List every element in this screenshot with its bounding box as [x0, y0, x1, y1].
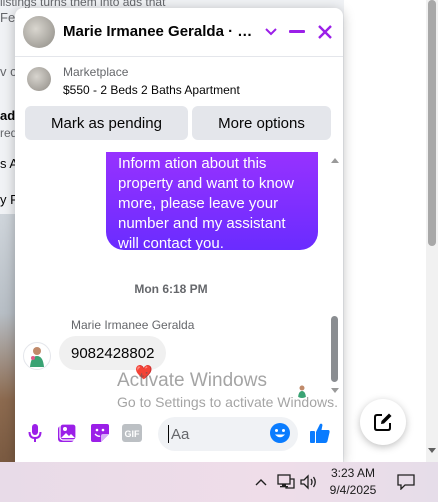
marketplace-label: Marketplace [63, 65, 129, 79]
message-scrollbar-thumb[interactable] [331, 316, 338, 382]
volume-icon[interactable] [300, 474, 318, 490]
message-line: more, please leave your [118, 195, 279, 212]
message-line: number and my assistant [118, 215, 286, 232]
background-right-panel [344, 0, 438, 462]
message-line: Inform ation about this [118, 155, 267, 172]
chevron-down-icon[interactable] [259, 20, 283, 44]
background-listing-photo [0, 214, 16, 462]
mark-as-pending-button[interactable]: Mark as pending [25, 106, 188, 140]
message-composer: GIF Aa [15, 410, 343, 458]
message-input-placeholder: Aa [171, 425, 190, 443]
gif-icon[interactable]: GIF [121, 422, 143, 444]
marketplace-listing-bar[interactable]: Marketplace $550 - 2 Beds 2 Baths Apartm… [15, 57, 343, 107]
page-scrollbar-thumb[interactable] [428, 0, 436, 246]
network-icon[interactable] [277, 474, 295, 490]
photo-icon[interactable] [56, 422, 78, 444]
notifications-icon[interactable] [396, 474, 416, 490]
chat-header: Marie Irmanee Geralda · 2 ... [15, 8, 343, 57]
compose-icon [374, 413, 392, 431]
text-caret [168, 425, 169, 443]
page-scroll-down-arrow[interactable] [428, 448, 436, 453]
outgoing-message-bubble[interactable]: Inform ation about this property and wan… [106, 152, 318, 252]
emoji-icon[interactable] [269, 422, 291, 444]
scroll-up-arrow[interactable] [331, 158, 339, 163]
sender-name: Marie Irmanee Geralda [71, 318, 195, 332]
avatar[interactable] [23, 16, 55, 48]
message-list: Inform ation about this property and wan… [15, 152, 343, 398]
sticker-icon[interactable] [89, 422, 111, 444]
scroll-down-arrow[interactable] [331, 388, 339, 393]
clock-time: 3:23 AM [330, 466, 376, 480]
chat-title[interactable]: Marie Irmanee Geralda · 2 ... [63, 23, 259, 40]
background-fragment: ad [0, 108, 16, 123]
windows-taskbar: 3:23 AM 9/4/2025 [0, 462, 438, 502]
thumbs-up-icon[interactable] [309, 422, 331, 444]
message-timestamp: Mon 6:18 PM [134, 282, 208, 296]
more-options-button[interactable]: More options [192, 106, 331, 140]
clock-date: 9/4/2025 [329, 483, 377, 497]
listing-title: $550 - 2 Beds 2 Baths Apartment [63, 83, 240, 97]
taskbar-clock[interactable]: 3:23 AM 9/4/2025 [318, 465, 388, 499]
activate-windows-watermark-subtitle: Go to Settings to activate Windows. [117, 394, 338, 410]
activate-windows-watermark-title: Activate Windows [117, 370, 267, 391]
microphone-icon[interactable] [24, 422, 46, 444]
minimize-icon[interactable] [285, 20, 309, 44]
message-line: will contact you. [118, 235, 224, 252]
message-scrollbar[interactable] [327, 152, 343, 398]
page-scrollbar[interactable] [426, 0, 438, 462]
chevron-up-icon[interactable] [254, 474, 268, 490]
listing-thumbnail [27, 67, 51, 91]
close-icon[interactable] [313, 20, 337, 44]
message-line: property and want to know [118, 175, 294, 192]
gif-label: GIF [125, 429, 141, 439]
new-message-button[interactable] [360, 399, 406, 445]
sender-avatar[interactable] [23, 342, 51, 370]
